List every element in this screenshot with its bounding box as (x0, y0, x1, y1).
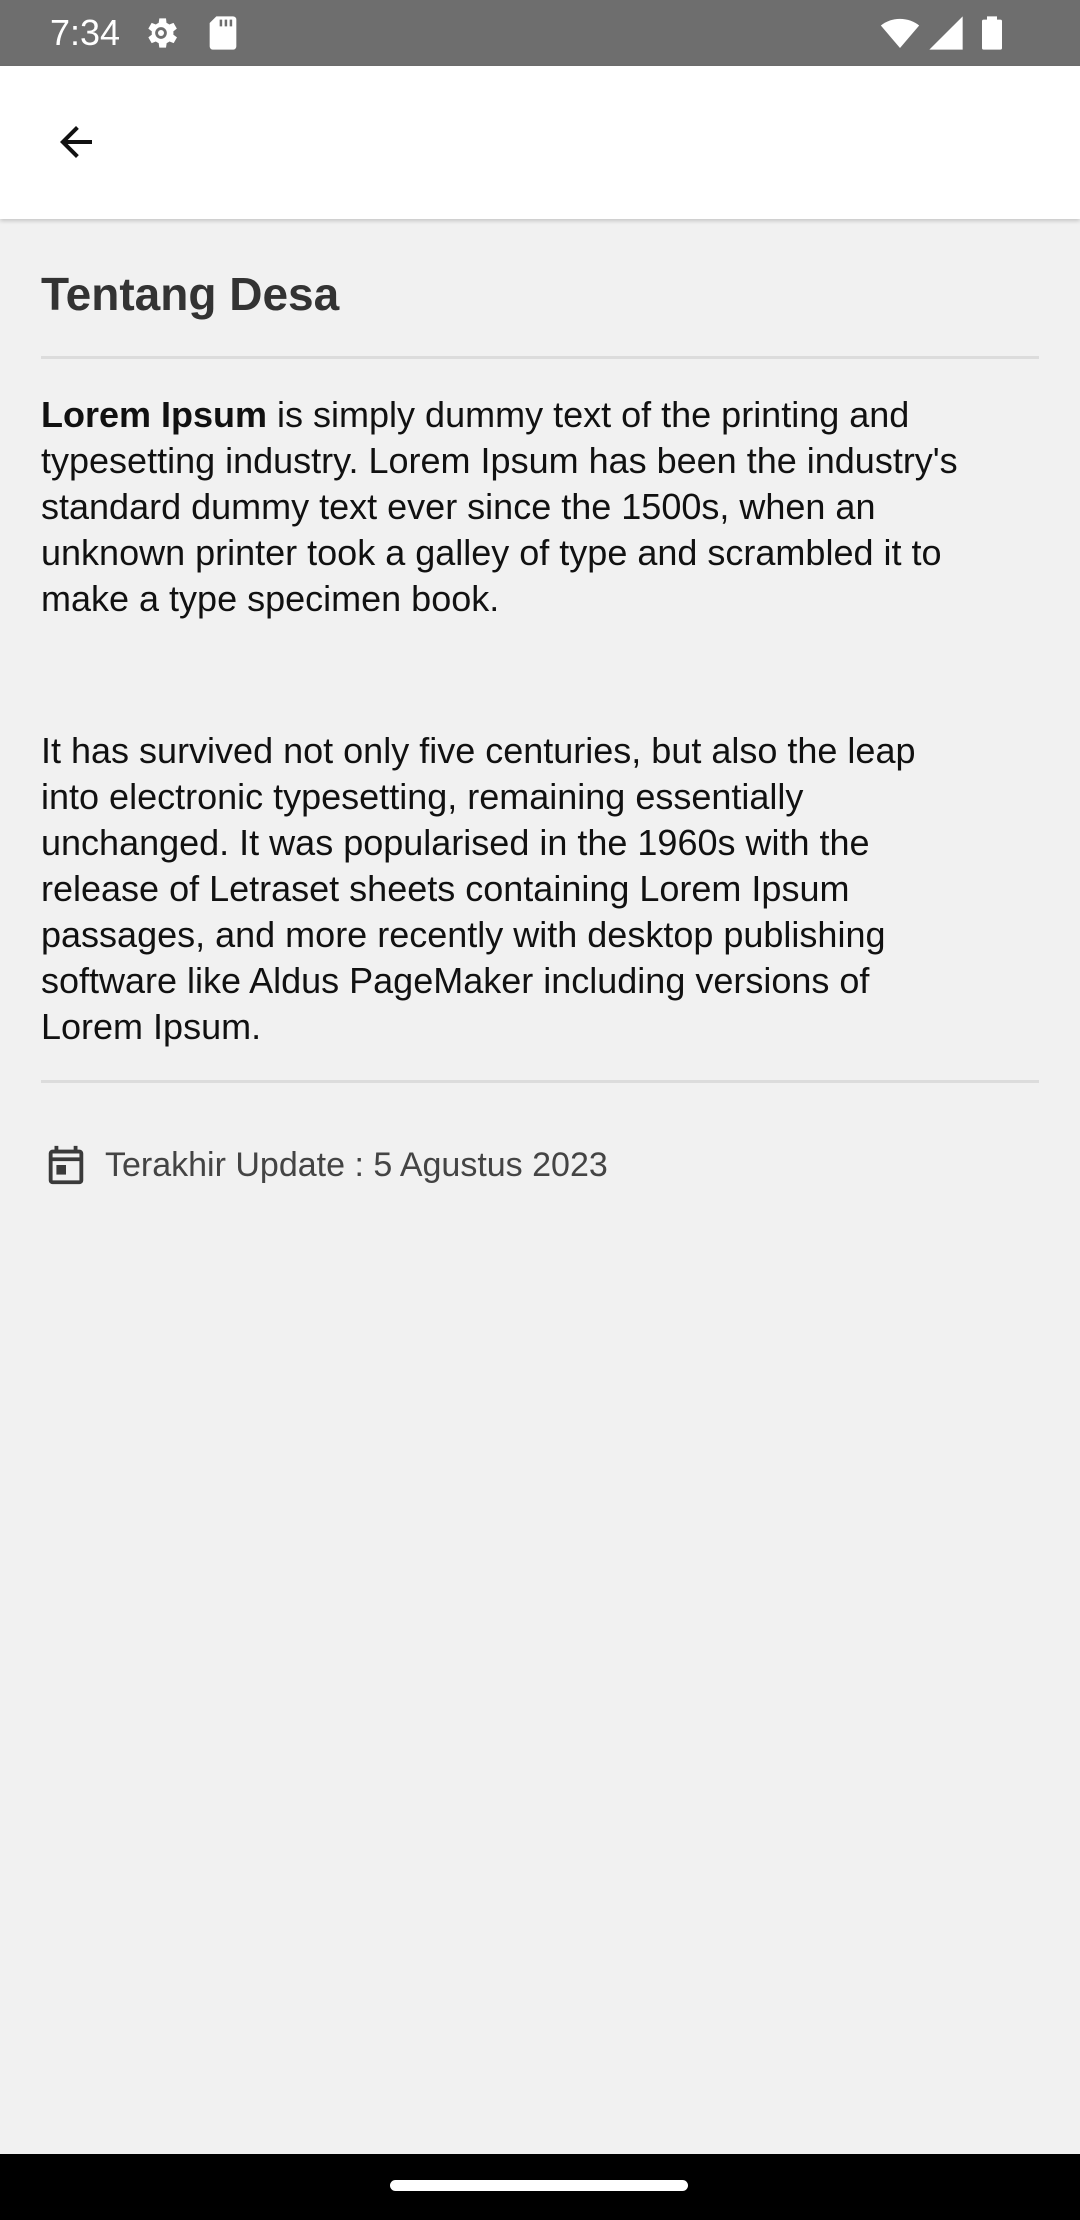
arrow-left-icon (52, 118, 100, 171)
status-bar: 7:34 (0, 0, 1080, 66)
battery-icon (972, 13, 1012, 53)
back-button[interactable] (36, 104, 116, 184)
app-bar (0, 66, 1080, 219)
settings-gear-icon (141, 13, 181, 53)
content-area: Tentang Desa Lorem Ipsum is simply dummy… (41, 219, 1039, 1190)
title-divider (41, 356, 1039, 359)
cell-signal-icon (926, 13, 966, 53)
last-update-row: Terakhir Update : 5 Agustus 2023 (41, 1140, 1039, 1190)
calendar-icon (41, 1140, 91, 1190)
description-paragraph-2: It has survived not only five centuries,… (41, 730, 916, 1047)
screen: 7:34 Tentang Desa Lorem Ipsum is simply … (0, 0, 1080, 2220)
wifi-icon (880, 13, 920, 53)
paragraph-bold-lead: Lorem Ipsum (41, 394, 268, 435)
home-indicator[interactable] (390, 2180, 688, 2191)
navigation-bar (0, 2154, 1080, 2220)
status-time: 7:34 (50, 12, 121, 53)
description-paragraph-1: Lorem Ipsum is simply dummy text of the … (41, 392, 981, 622)
sd-card-icon (203, 13, 243, 53)
page-title: Tentang Desa (41, 268, 340, 320)
last-update-text: Terakhir Update : 5 Agustus 2023 (105, 1146, 608, 1184)
content-divider (41, 1080, 1039, 1083)
